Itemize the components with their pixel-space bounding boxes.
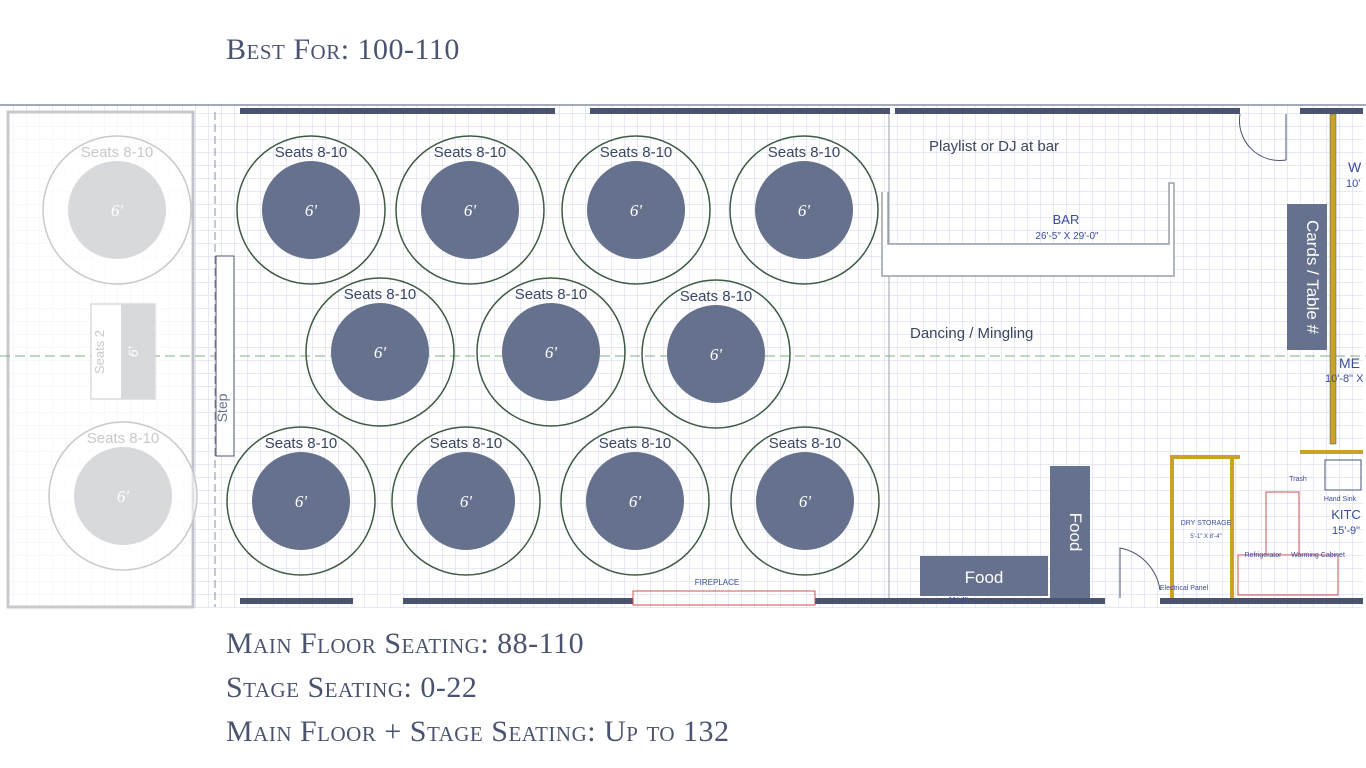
table-size-label: 6' [295,492,308,511]
round-table: Seats 8-10 6' [561,135,711,285]
fireplace-label: FIREPLACE [695,578,739,587]
food-horizontal-label: Food [965,568,1004,587]
dry-storage-dim: 5'-1" X 8'-4" [1190,534,1221,540]
bar-title: BAR [1053,212,1080,227]
fireplace-dimension: 11'-4" [948,596,968,605]
table-size-label: 6' [630,201,643,220]
room-me-label: ME [1339,355,1360,371]
round-table: Seats 8-10 6' [560,426,710,576]
table-size-label: 6' [545,343,558,362]
room-w-dim: 10' [1346,178,1360,190]
kitchen-label: KITC [1331,507,1361,522]
stage-round-table: Seats 8-10 6' [42,135,192,285]
warming-cabinet-label: Warming Cabinet [1291,552,1345,559]
hand-sink-label: Hand Sink [1324,496,1357,503]
mech-wall [1329,113,1337,445]
stage-round-table: Seats 8-10 6' [48,421,198,571]
step-label: Step [214,393,230,422]
room-w-label: W [1348,159,1362,175]
trash-label: Trash [1289,476,1307,483]
table-seats-label: Seats 8-10 [344,286,417,303]
table-size-label: 6' [464,201,477,220]
electrical-panel-label: Electrical Panel [1160,585,1209,592]
table-seats-label: Seats 8-10 [680,288,753,305]
floor-plan: Step Seats 2 6' Seats 8-10 6' Seats 8-10 6'… [0,104,1366,609]
table-seats-label: Seats 8-10 [769,435,842,452]
main-floor-seating: Main Floor Seating: 88-110 [226,627,585,660]
table-seats-label: Seats 8-10 [81,144,154,161]
rect-table-size-label: 6' [125,345,141,357]
dancing-label: Dancing / Mingling [910,325,1033,342]
step [215,255,235,457]
kitchen-dim: 15'-9" [1332,525,1360,537]
room-me-dim: 10'-8" X [1325,373,1364,385]
table-seats-label: Seats 8-10 [599,435,672,452]
kitchen-wall-left [1170,455,1174,598]
stage-seating: Stage Seating: 0-22 [226,671,478,704]
round-table: Seats 8-10 6' [729,135,879,285]
dry-storage-label: DRY STORAGE [1181,520,1232,527]
bottom-wall [240,598,353,604]
round-table: Seats 8-10 6' [226,426,376,576]
rect-table-seats-label: Seats 2 [92,330,107,374]
table-seats-label: Seats 8-10 [265,435,338,452]
table-seats-label: Seats 8-10 [768,144,841,161]
table-size-label: 6' [374,343,387,362]
round-table: Seats 8-10 6' [476,277,626,427]
cards-label: Cards / Table # [1303,220,1322,335]
table-size-label: 6' [305,201,318,220]
table-size-label: 6' [798,201,811,220]
table-size-label: 6' [460,492,473,511]
table-seats-label: Seats 8-10 [434,144,507,161]
total-seating: Main Floor + Stage Seating: Up to 132 [226,715,730,748]
refrigerator-label: Refrigerator [1245,552,1283,559]
round-table: Seats 8-10 6' [395,135,545,285]
round-table: Seats 8-10 6' [236,135,386,285]
table-size-label: 6' [629,492,642,511]
round-table: Seats 8-10 6' [305,277,455,427]
table-seats-label: Seats 8-10 [87,430,160,447]
round-table: Seats 8-10 6' [641,279,791,429]
table-size-label: 6' [117,487,130,506]
round-table: Seats 8-10 6' [730,426,880,576]
bar-dimensions: 26'-5" X 29'-0" [1035,231,1099,242]
table-seats-label: Seats 8-10 [275,144,348,161]
table-size-label: 6' [710,345,723,364]
playlist-label: Playlist or DJ at bar [929,138,1059,155]
round-table: Seats 8-10 6' [391,426,541,576]
table-seats-label: Seats 8-10 [430,435,503,452]
top-wall [240,108,555,114]
table-seats-label: Seats 8-10 [600,144,673,161]
food-vertical-label: Food [1066,513,1085,552]
page-title: Best For: 100-110 [226,33,460,66]
table-size-label: 6' [111,201,124,220]
table-size-label: 6' [799,492,812,511]
table-seats-label: Seats 8-10 [515,286,588,303]
